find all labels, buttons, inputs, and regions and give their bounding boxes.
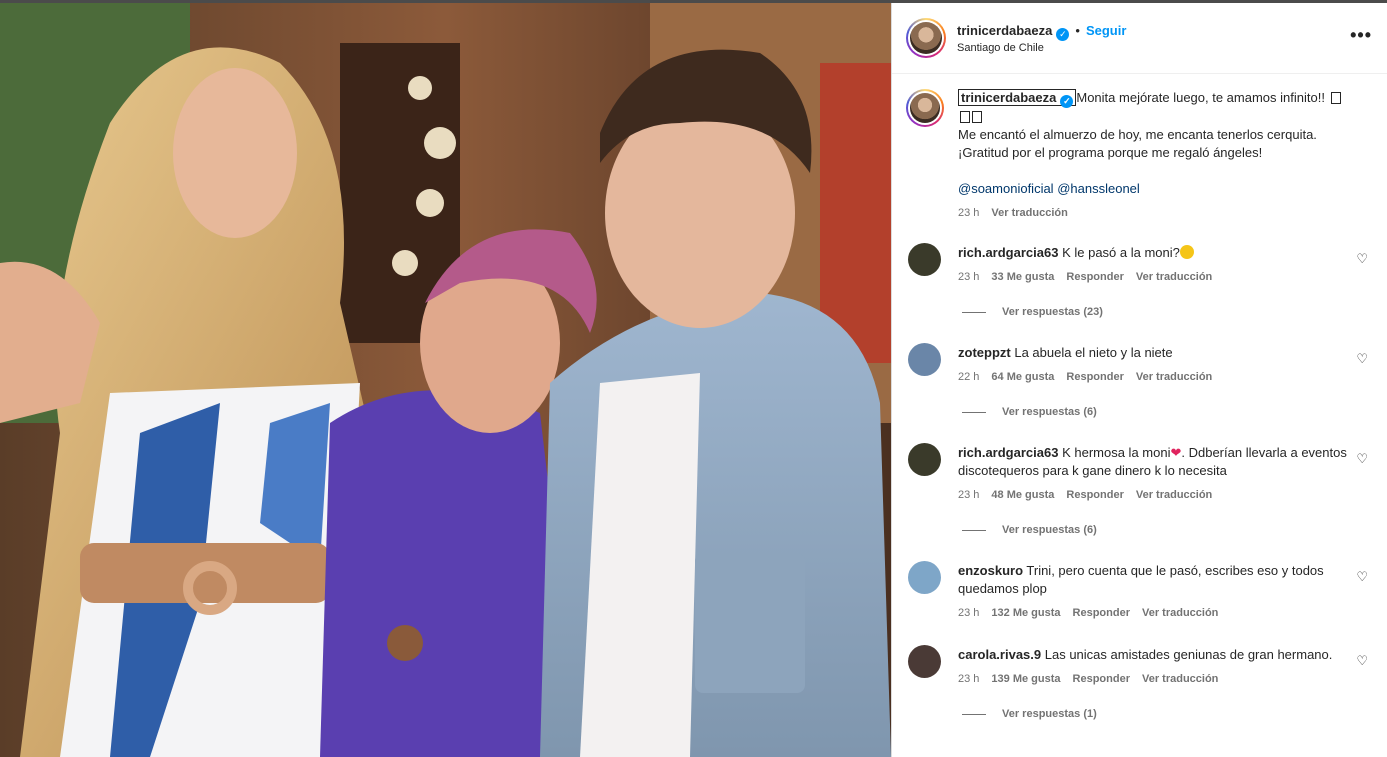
like-comment-heart-icon[interactable]: ♡ [1356,451,1368,467]
reply-button[interactable]: Responder [1073,607,1130,619]
commenter-username[interactable]: enzoskuro [958,563,1023,578]
translate-link[interactable]: Ver traducción [1136,371,1212,383]
comment-meta: 23 h 33 Me gusta Responder Ver traducción [958,271,1213,283]
more-options-icon[interactable]: ••• [1350,25,1372,46]
mention-link[interactable]: @soamonioficial [958,181,1054,196]
commenter-username[interactable]: zoteppzt [958,345,1011,360]
commenter-username[interactable]: rich.ardgarcia63 [958,445,1058,460]
commenter-avatar[interactable] [908,243,941,276]
commenter-avatar[interactable] [908,561,941,594]
caption-meta: 23 h Ver traducción [958,204,1370,222]
red-heart-icon: ❤ [1170,445,1182,460]
translate-link[interactable]: Ver traducción [1136,271,1212,283]
view-replies-button[interactable]: Ver respuestas (1) [962,708,1097,720]
mention-link[interactable]: @hanssleonel [1057,181,1140,196]
translate-link[interactable]: Ver traducción [1142,607,1218,619]
comment-meta: 23 h 132 Me gusta Responder Ver traducción [958,607,1219,619]
comment-meta: 23 h 139 Me gusta Responder Ver traducción [958,673,1219,685]
photo-illustration [0,3,891,757]
caption-username[interactable]: trinicerdabaeza ✓ [958,89,1077,108]
author-avatar[interactable] [906,18,946,58]
translate-link[interactable]: Ver traducción [1136,489,1212,501]
header-title-row: trinicerdabaeza ✓ • Seguir [957,22,1126,41]
commenter-username[interactable]: rich.ardgarcia63 [958,245,1058,260]
caption-translate-link[interactable]: Ver traducción [991,207,1067,219]
comment-text: rich.ardgarcia63 K le pasó a la moni? [958,244,1358,262]
separator-dot: • [1075,23,1080,38]
post-header: trinicerdabaeza ✓ • Seguir Santiago de Chil… [892,3,1387,74]
caption-line-2: Me encantó el almuerzo de hoy, me encant… [958,127,1317,142]
view-replies-button[interactable]: Ver respuestas (23) [962,306,1103,318]
caption-avatar[interactable] [906,89,944,127]
reply-button[interactable]: Responder [1073,673,1130,685]
comment-text: enzoskuro Trini, pero cuenta que le pasó… [958,563,1324,596]
reply-button[interactable]: Responder [1066,371,1123,383]
caption-text: trinicerdabaeza ✓ Monita mejórate luego, t… [958,89,1370,222]
emoji-glyph-icon [1330,92,1341,104]
caption-line-1: Monita mejórate luego, te amamos infinit… [1076,90,1325,105]
post-location[interactable]: Santiago de Chile [957,42,1044,54]
comment-text: zoteppzt La abuela el nieto y la niete [958,345,1173,360]
post-photo[interactable] [0,3,891,757]
reply-button[interactable]: Responder [1066,271,1123,283]
commenter-username[interactable]: carola.rivas.9 [958,647,1041,662]
commenter-avatar[interactable] [908,645,941,678]
like-comment-heart-icon[interactable]: ♡ [1356,653,1368,669]
comment-meta: 22 h 64 Me gusta Responder Ver traducción [958,371,1213,383]
commenter-avatar[interactable] [908,343,941,376]
follow-button[interactable]: Seguir [1086,23,1126,38]
commenter-avatar[interactable] [908,443,941,476]
verified-icon: ✓ [1060,95,1074,108]
translate-link[interactable]: Ver traducción [1142,673,1218,685]
view-replies-button[interactable]: Ver respuestas (6) [962,524,1097,536]
reply-button[interactable]: Responder [1066,489,1123,501]
author-username[interactable]: trinicerdabaeza [957,23,1052,38]
view-replies-button[interactable]: Ver respuestas (6) [962,406,1097,418]
like-comment-heart-icon[interactable]: ♡ [1356,351,1368,367]
comment-meta: 23 h 48 Me gusta Responder Ver traducción [958,489,1213,501]
comment-text: carola.rivas.9 Las unicas amistades geni… [958,647,1333,662]
like-comment-heart-icon[interactable]: ♡ [1356,569,1368,585]
like-comment-heart-icon[interactable]: ♡ [1356,251,1368,267]
caption-time[interactable]: 23 h [958,207,979,219]
sad-face-icon [1179,245,1194,259]
comment-text: rich.ardgarcia63 K hermosa la moni❤. Ddb… [958,445,1347,478]
emoji-glyph-icon [960,111,970,123]
emoji-glyph-icon [972,111,982,123]
verified-icon: ✓ [1056,28,1070,41]
caption-line-3: ¡Gratitud por el programa porque me rega… [958,145,1263,160]
post-details-panel: trinicerdabaeza ✓ • Seguir Santiago de Chil… [891,3,1387,757]
